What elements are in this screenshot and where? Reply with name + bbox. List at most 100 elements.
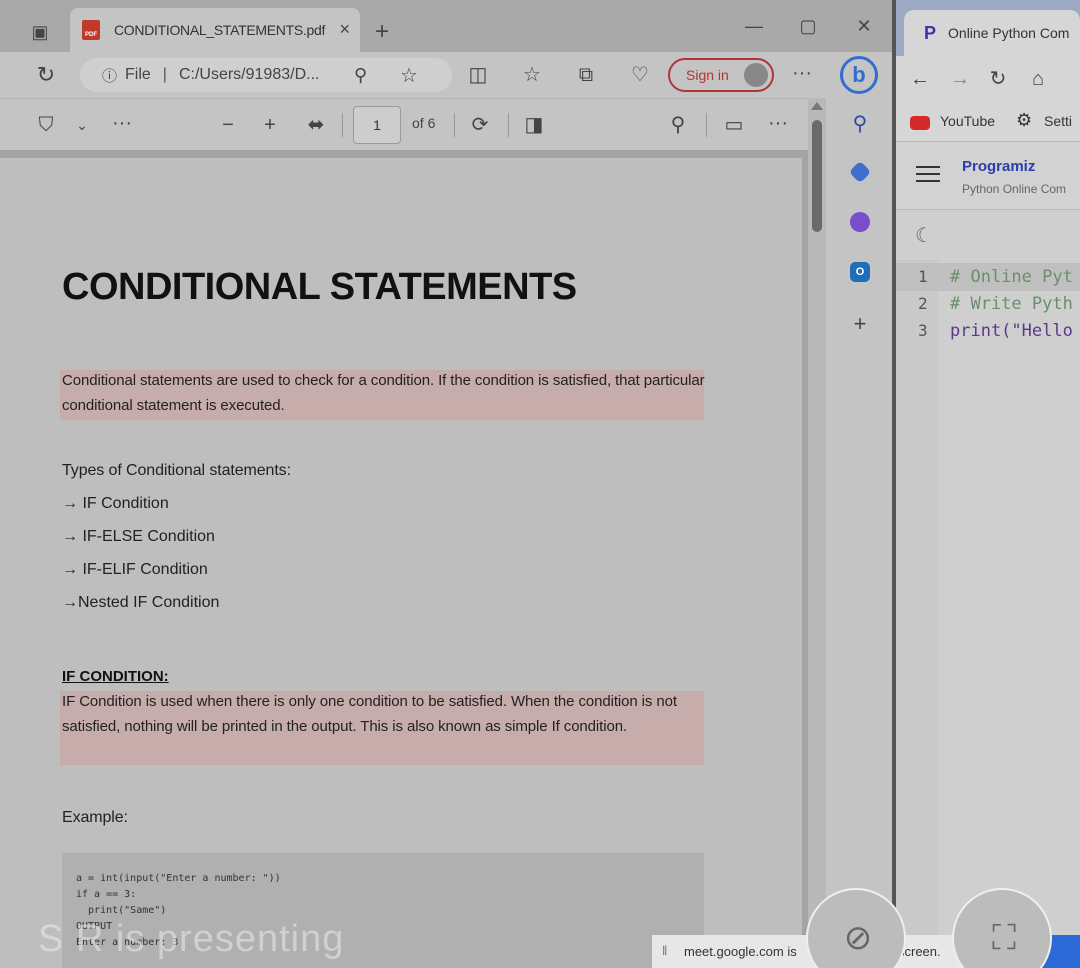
- maximize-icon[interactable]: ▢: [796, 14, 820, 38]
- pdf-scrollbar[interactable]: [808, 98, 826, 968]
- youtube-icon: [910, 116, 930, 130]
- code-line[interactable]: # Online Pyt: [950, 267, 1073, 287]
- page-total: of 6: [412, 115, 436, 131]
- home-icon[interactable]: ⌂: [1026, 67, 1050, 91]
- collections-icon[interactable]: ⧉: [574, 63, 598, 87]
- tab-actions-icon[interactable]: ▣: [28, 20, 52, 44]
- tab-programiz[interactable]: P Online Python Com: [904, 10, 1080, 56]
- address-separator: |: [162, 66, 167, 83]
- shopping-tag-icon[interactable]: [848, 160, 872, 184]
- forward-icon[interactable]: →: [948, 67, 972, 91]
- dark-mode-icon[interactable]: ☾: [912, 224, 936, 248]
- zoom-out-button[interactable]: −: [216, 113, 240, 137]
- info-icon: ⓘ: [102, 67, 118, 85]
- address-url: C:/Users/91983/D...: [178, 66, 320, 83]
- office-icon[interactable]: [850, 212, 870, 232]
- toolbar-more-right[interactable]: ···: [766, 111, 790, 135]
- tab-close-icon[interactable]: ×: [339, 19, 350, 40]
- copilot-icon[interactable]: b: [840, 56, 878, 94]
- page-view-icon[interactable]: ◨: [522, 113, 546, 137]
- meet-bar-text: meet.google.com is: [684, 944, 797, 959]
- pdf-icon: PDF: [82, 20, 100, 40]
- code-line: a = int(input("Enter a number: ")): [76, 873, 281, 884]
- chrome-tab-title: Online Python Com: [948, 25, 1070, 41]
- tab-title: CONDITIONAL_STATEMENTS.pdf: [114, 22, 326, 38]
- edge-window: ▣ PDF CONDITIONAL_STATEMENTS.pdf × + — ▢…: [0, 0, 892, 968]
- tab-pdf[interactable]: PDF CONDITIONAL_STATEMENTS.pdf ×: [70, 8, 360, 52]
- toolbar-separator: [342, 113, 343, 137]
- zoom-in-button[interactable]: +: [258, 113, 282, 137]
- programiz-header: Programiz Python Online Com: [896, 142, 1080, 210]
- page-number-input[interactable]: 1: [353, 106, 401, 144]
- screen: ▣ PDF CONDITIONAL_STATEMENTS.pdf × + — ▢…: [0, 0, 1080, 968]
- outlook-icon[interactable]: O: [850, 262, 870, 282]
- programiz-icon: P: [924, 22, 937, 43]
- back-icon[interactable]: ←: [908, 67, 932, 91]
- sign-in-label: Sign in: [686, 67, 729, 83]
- list-item: → IF-ELSE Condition: [62, 528, 215, 545]
- save-icon[interactable]: ▭: [722, 113, 746, 137]
- example-label: Example:: [62, 809, 128, 826]
- chevron-down-icon[interactable]: ⌄: [70, 113, 94, 137]
- address-label: File: [125, 66, 151, 83]
- brand-subtitle: Python Online Com: [962, 182, 1067, 196]
- bookmark-settings[interactable]: Setti: [1044, 113, 1072, 129]
- chrome-tab-bar: P Online Python Com: [896, 0, 1080, 56]
- toolbar-separator: [706, 113, 707, 137]
- zoom-icon[interactable]: ⚲: [354, 65, 367, 86]
- line-gutter: [896, 260, 938, 968]
- list-item: → IF Condition: [62, 495, 169, 512]
- pdf-viewer[interactable]: CONDITIONAL STATEMENTS Conditional state…: [0, 150, 826, 968]
- brand-logo[interactable]: Programiz: [962, 158, 1035, 175]
- avatar: [744, 63, 768, 87]
- if-condition-heading: IF CONDITION:: [62, 668, 169, 685]
- split-screen-icon[interactable]: ◫: [466, 63, 490, 87]
- list-item: → IF-ELIF Condition: [62, 561, 208, 578]
- code-editor[interactable]: ☾ 1 2 3 # Online Pyt # Write Pyth print(…: [896, 210, 1080, 968]
- sidebar-search-icon[interactable]: ⚲: [848, 112, 872, 136]
- scroll-thumb[interactable]: [812, 120, 822, 232]
- pdf-page: CONDITIONAL STATEMENTS Conditional state…: [0, 158, 802, 968]
- intro-paragraph: Conditional statements are used to check…: [62, 372, 705, 414]
- pause-icon[interactable]: ‖: [662, 943, 667, 958]
- toolbar-more-left[interactable]: ···: [110, 111, 134, 135]
- reload-icon[interactable]: ↻: [986, 67, 1010, 91]
- new-tab-button[interactable]: +: [370, 20, 394, 44]
- settings-more-icon[interactable]: ···: [790, 61, 814, 85]
- gear-icon: ⚙: [1016, 110, 1033, 130]
- code-line: print("Same"): [76, 905, 167, 916]
- list-item: →Nested IF Condition: [62, 594, 220, 611]
- rotate-icon[interactable]: ⟳: [468, 113, 492, 137]
- sign-in-button[interactable]: Sign in: [668, 58, 774, 92]
- find-icon[interactable]: ⚲: [666, 113, 690, 137]
- toolbar-separator: [454, 113, 455, 137]
- scroll-up-icon[interactable]: [811, 102, 823, 110]
- bookmark-youtube[interactable]: YouTube: [940, 113, 995, 129]
- code-line[interactable]: print("Hello: [950, 321, 1073, 341]
- chrome-window: P Online Python Com ← → ↻ ⌂ YouTube ⚙ Se…: [896, 0, 1080, 968]
- fit-width-icon[interactable]: ⬌: [304, 113, 328, 137]
- address-field[interactable]: ⓘ File | C:/Users/91983/D... ⚲ ☆: [80, 58, 452, 92]
- toolbar-separator: [508, 113, 509, 137]
- types-heading: Types of Conditional statements:: [62, 462, 291, 479]
- fullscreen-icon: ⛶: [992, 919, 1016, 957]
- minimize-icon[interactable]: —: [742, 14, 766, 38]
- line-number: 1: [918, 267, 928, 286]
- bookmarks-bar: YouTube ⚙ Setti: [896, 102, 1080, 142]
- line-number: 2: [918, 294, 928, 313]
- favorites-icon[interactable]: ☆: [520, 63, 544, 87]
- highlight-icon[interactable]: ⛉: [34, 113, 58, 137]
- browser-essentials-icon[interactable]: ♡: [628, 63, 652, 87]
- code-line[interactable]: # Write Pyth: [950, 294, 1073, 314]
- close-window-icon[interactable]: ✕: [852, 14, 876, 38]
- edge-address-bar: ↻ ⓘ File | C:/Users/91983/D... ⚲ ☆ ◫ ☆ ⧉…: [0, 52, 892, 98]
- favorite-star-icon[interactable]: ☆: [400, 63, 418, 88]
- code-line: if a == 3:: [76, 889, 137, 900]
- refresh-icon[interactable]: ↻: [34, 63, 58, 87]
- edge-tab-bar: ▣ PDF CONDITIONAL_STATEMENTS.pdf × + — ▢…: [0, 0, 892, 52]
- add-sidebar-icon[interactable]: +: [848, 312, 872, 336]
- document-title: CONDITIONAL STATEMENTS: [62, 266, 577, 308]
- edge-sidebar: ⚲ O +: [826, 98, 892, 968]
- pdf-toolbar: ⛉ ⌄ ··· − + ⬌ 1 of 6 ⟳ ◨ ⚲ ▭ ···: [0, 98, 826, 150]
- unpin-icon: ⊘: [843, 919, 873, 957]
